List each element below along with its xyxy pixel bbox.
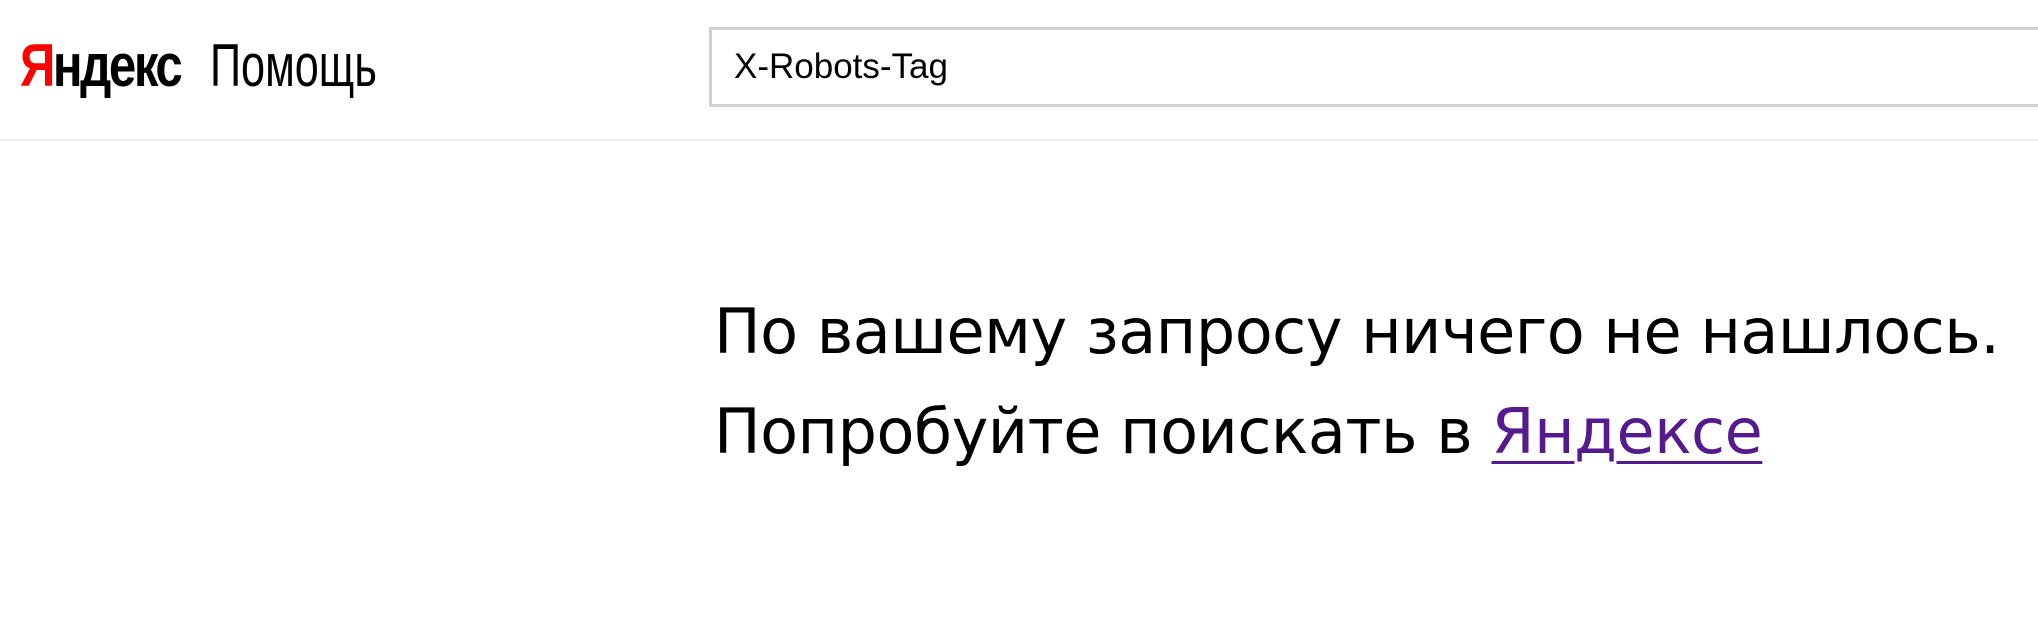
suggestion-line: Попробуйте поискать в Яндексе <box>714 382 1999 482</box>
yandex-search-link[interactable]: Яндексе <box>1491 395 1762 468</box>
no-results-text: По вашему запросу ничего не нашлось. <box>714 295 2000 368</box>
yandex-logo: Яндекс <box>20 30 183 102</box>
yandex-logo-rest: ндекс <box>52 32 183 99</box>
yandex-logo-first-letter: Я <box>20 32 55 99</box>
no-results-message: По вашему запросу ничего не нашлось. Поп… <box>714 282 2000 482</box>
search-input[interactable] <box>709 27 2038 107</box>
yandex-help-logo[interactable]: Яндекс Помощь <box>20 30 442 102</box>
service-name: Помощь <box>210 32 377 99</box>
suggestion-prefix: Попробуйте поискать в <box>714 395 1492 468</box>
header: Яндекс Помощь <box>0 0 2038 141</box>
